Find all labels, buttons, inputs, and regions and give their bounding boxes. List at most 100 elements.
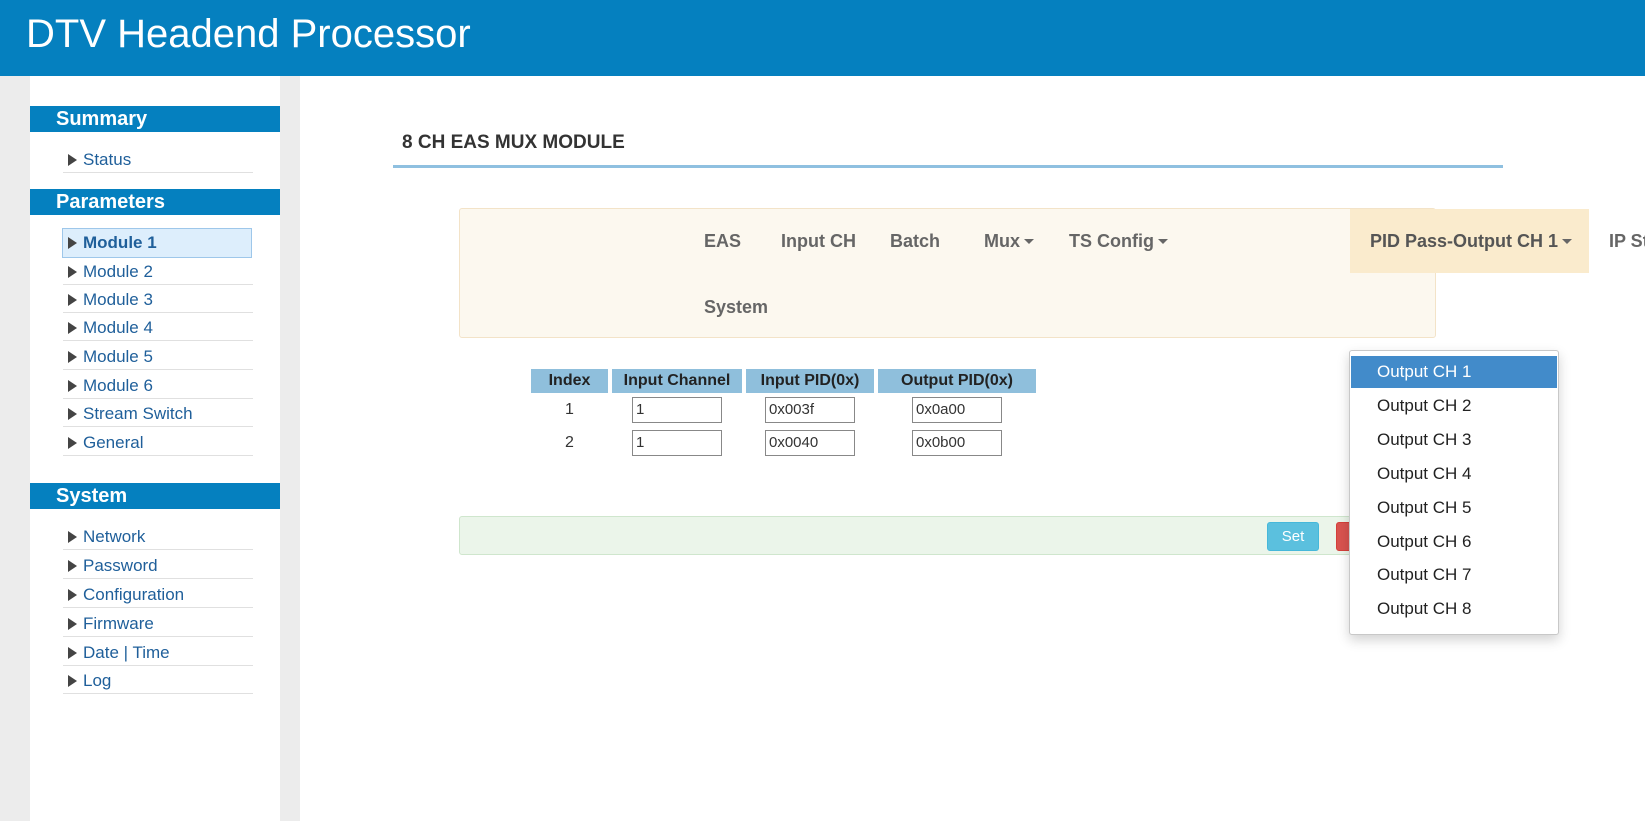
sidebar-item-label: Module 4 (83, 318, 153, 337)
dropdown-item-output-ch-1[interactable]: Output CH 1 (1351, 356, 1557, 388)
app-title: DTV Headend Processor (26, 12, 471, 56)
input-pid-cell (746, 393, 874, 426)
sidebar-item-label: Network (83, 527, 146, 546)
sidebar-item-module-1[interactable]: Module 1 (62, 228, 252, 258)
title-divider (393, 165, 1503, 168)
row-index: 2 (565, 433, 574, 451)
sidebar-item-label: Log (83, 671, 112, 690)
pid-pass-table: Index Input Channel Input PID(0x) Output… (527, 369, 1040, 459)
triangle-right-icon (68, 618, 77, 630)
sidebar-item-label: Firmware (83, 614, 154, 633)
app-header: DTV Headend Processor (0, 0, 1645, 76)
sidebar-item-configuration[interactable]: Configuration (63, 581, 253, 608)
triangle-right-icon (68, 408, 77, 420)
input-channel-field[interactable] (632, 396, 722, 423)
triangle-right-icon (68, 380, 77, 392)
input-channel-field[interactable] (632, 429, 722, 456)
column-header-index: Index (531, 369, 608, 393)
triangle-right-icon (68, 647, 77, 659)
tab-input-ch[interactable]: Input CH (761, 209, 876, 273)
dropdown-item-output-ch-8[interactable]: Output CH 8 (1351, 593, 1557, 625)
sidebar-item-label: Module 1 (83, 233, 157, 252)
table-row: 1 (531, 393, 1036, 426)
tab-batch[interactable]: Batch (870, 209, 960, 273)
action-bar: Set Del-All (459, 516, 1436, 555)
sidebar-item-network[interactable]: Network (63, 523, 253, 550)
output-ch-dropdown-menu: Output CH 1 Output CH 2 Output CH 3 Outp… (1349, 350, 1559, 635)
dropdown-item-output-ch-7[interactable]: Output CH 7 (1351, 559, 1557, 591)
sidebar-item-label: General (83, 433, 144, 452)
input-pid-cell (746, 426, 874, 459)
table-header-row: Index Input Channel Input PID(0x) Output… (531, 369, 1036, 393)
triangle-right-icon (68, 322, 77, 334)
tab-ip-stream[interactable]: IP Stream (1589, 209, 1645, 273)
module-navbar: EAS Input CH Batch Mux TS Config PID Pas… (459, 208, 1645, 339)
input-pid-field[interactable] (765, 429, 855, 456)
output-pid-field[interactable] (912, 429, 1002, 456)
sidebar-item-log[interactable]: Log (63, 667, 253, 694)
dropdown-item-output-ch-3[interactable]: Output CH 3 (1351, 424, 1557, 456)
sidebar-item-module-6[interactable]: Module 6 (63, 372, 253, 399)
tab-system[interactable]: System (684, 275, 788, 339)
row-index: 1 (565, 400, 574, 418)
caret-down-icon (1024, 239, 1034, 244)
tab-label: PID Pass-Output CH 1 (1370, 231, 1559, 251)
sidebar-item-label: Configuration (83, 585, 185, 604)
dropdown-item-output-ch-5[interactable]: Output CH 5 (1351, 492, 1557, 524)
input-channel-cell (612, 426, 742, 459)
sidebar-item-firmware[interactable]: Firmware (63, 610, 253, 637)
column-header-input-channel: Input Channel (612, 369, 742, 393)
sidebar-item-label: Module 3 (83, 290, 153, 309)
input-pid-field[interactable] (765, 396, 855, 423)
output-pid-cell (878, 426, 1036, 459)
input-channel-cell (612, 393, 742, 426)
caret-down-icon (1157, 239, 1168, 244)
triangle-right-icon (68, 266, 77, 278)
tab-label: Mux (984, 231, 1020, 251)
sidebar-item-label: Stream Switch (83, 404, 193, 423)
triangle-right-icon (68, 237, 77, 249)
triangle-right-icon (68, 589, 77, 601)
sidebar-item-status[interactable]: Status (63, 146, 253, 173)
column-header-output-pid: Output PID(0x) (878, 369, 1036, 393)
sidebar-item-label: Module 6 (83, 376, 153, 395)
output-pid-field[interactable] (912, 396, 1002, 423)
section-header-summary: Summary (30, 106, 280, 132)
sidebar-item-date-time[interactable]: Date | Time (63, 639, 253, 666)
tab-ts-config[interactable]: TS Config (1049, 209, 1188, 273)
dropdown-item-output-ch-4[interactable]: Output CH 4 (1351, 458, 1557, 490)
sidebar-item-module-3[interactable]: Module 3 (63, 286, 253, 313)
triangle-right-icon (68, 675, 77, 687)
tab-label: TS Config (1069, 231, 1154, 251)
triangle-right-icon (68, 154, 77, 166)
table-row: 2 (531, 426, 1036, 459)
sidebar-item-label: Module 5 (83, 347, 153, 366)
sidebar-item-module-2[interactable]: Module 2 (63, 258, 253, 285)
set-button[interactable]: Set (1267, 522, 1319, 551)
tab-eas[interactable]: EAS (684, 209, 761, 273)
module-title: 8 CH EAS MUX MODULE (402, 132, 625, 153)
section-header-system: System (30, 483, 280, 509)
triangle-right-icon (68, 294, 77, 306)
tab-pid-pass-output[interactable]: PID Pass-Output CH 1 (1350, 209, 1589, 273)
sidebar-item-module-5[interactable]: Module 5 (63, 343, 253, 370)
sidebar-item-general[interactable]: General (63, 429, 253, 456)
output-pid-cell (878, 393, 1036, 426)
triangle-right-icon (68, 560, 77, 572)
dropdown-item-output-ch-2[interactable]: Output CH 2 (1351, 390, 1557, 422)
triangle-right-icon (68, 351, 77, 363)
sidebar: Summary Status Parameters Module 1 Modul… (30, 76, 280, 821)
sidebar-item-module-4[interactable]: Module 4 (63, 314, 253, 341)
section-header-parameters: Parameters (30, 189, 280, 215)
sidebar-item-label: Password (83, 556, 158, 575)
sidebar-item-password[interactable]: Password (63, 552, 253, 579)
triangle-right-icon (68, 437, 77, 449)
caret-down-icon (1562, 239, 1573, 244)
sidebar-item-label: Date | Time (83, 643, 170, 662)
dropdown-item-output-ch-6[interactable]: Output CH 6 (1351, 526, 1557, 558)
sidebar-item-stream-switch[interactable]: Stream Switch (63, 400, 253, 427)
column-header-input-pid: Input PID(0x) (746, 369, 874, 393)
triangle-right-icon (68, 531, 77, 543)
sidebar-item-label: Module 2 (83, 262, 153, 281)
tab-mux[interactable]: Mux (964, 209, 1054, 273)
